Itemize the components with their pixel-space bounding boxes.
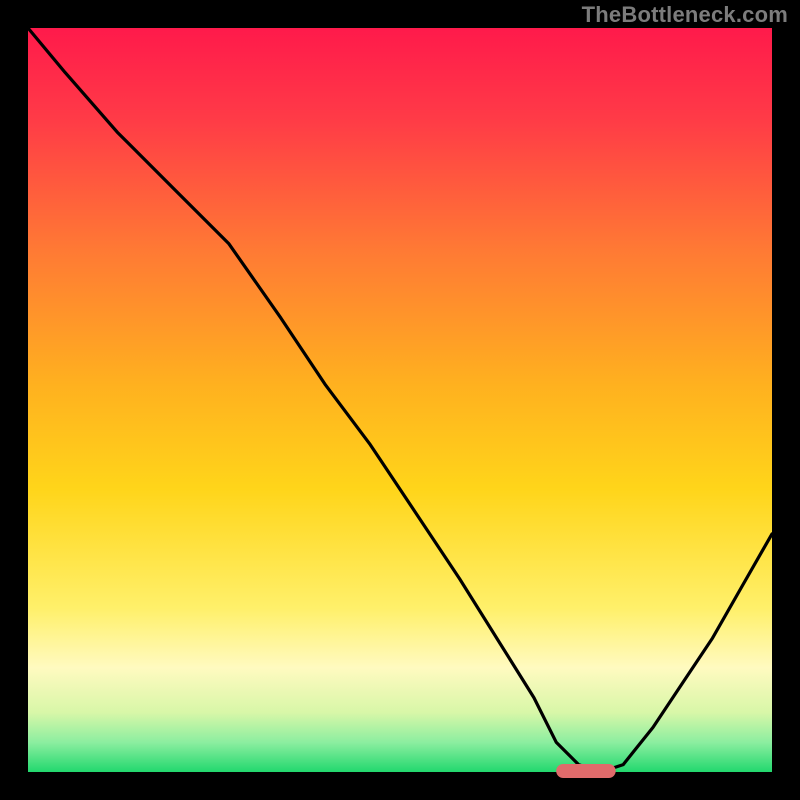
plot-background <box>28 28 772 772</box>
optimal-marker <box>556 764 616 778</box>
watermark-text: TheBottleneck.com <box>582 2 788 28</box>
chart-svg <box>0 0 800 800</box>
chart-frame: TheBottleneck.com <box>0 0 800 800</box>
